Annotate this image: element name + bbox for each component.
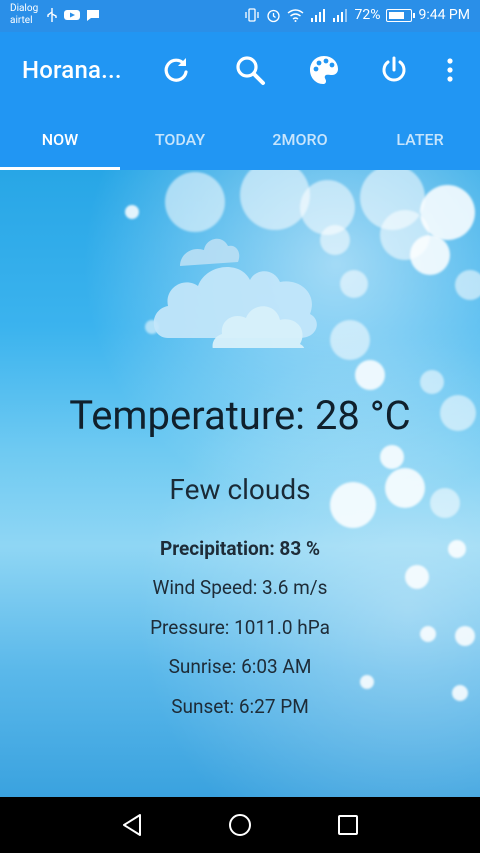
youtube-icon <box>64 10 80 20</box>
refresh-button[interactable] <box>158 52 194 88</box>
overflow-menu-button[interactable] <box>432 52 468 88</box>
tab-later[interactable]: LATER <box>360 108 480 170</box>
power-button[interactable] <box>376 52 412 88</box>
refresh-icon <box>164 58 188 82</box>
power-icon <box>382 56 406 82</box>
battery-icon <box>386 8 416 22</box>
carrier-info: Dialog airtel <box>10 3 38 27</box>
vibrate-icon <box>245 8 260 22</box>
temperature-reading: Temperature: 28 °C <box>69 392 411 439</box>
tab-tomorrow[interactable]: 2MORO <box>240 108 360 170</box>
signal-icon <box>311 8 326 22</box>
recents-icon[interactable] <box>334 811 362 839</box>
forecast-tabs: NOW TODAY 2MORO LATER <box>0 108 480 170</box>
current-weather-panel: Temperature: 28 °C Few clouds Precipitat… <box>0 170 480 797</box>
battery-percent: 72% <box>354 7 381 23</box>
pressure-value: Pressure: 1011.0 hPa <box>150 616 330 639</box>
message-icon <box>87 9 99 21</box>
tab-now[interactable]: NOW <box>0 108 120 170</box>
usb-icon <box>47 8 57 22</box>
app-toolbar: Horana... <box>0 32 480 108</box>
carrier-primary: Dialog <box>10 3 39 14</box>
sunset-value: Sunset: 6:27 PM <box>171 695 309 718</box>
search-icon <box>236 56 265 85</box>
more-vert-icon <box>447 58 453 82</box>
status-bar: Dialog airtel 72% 9:44 PM <box>0 0 480 32</box>
theme-button[interactable] <box>306 52 342 88</box>
alarm-icon <box>267 9 281 22</box>
location-title: Horana... <box>22 56 122 84</box>
clock: 9:44 PM <box>418 7 470 23</box>
palette-icon <box>310 56 338 84</box>
status-indicators: 72% 9:44 PM <box>244 7 470 23</box>
notification-icons <box>46 8 100 22</box>
wifi-icon <box>288 8 304 22</box>
sunrise-value: Sunrise: 6:03 AM <box>168 655 312 678</box>
weather-description: Few clouds <box>169 473 311 506</box>
search-button[interactable] <box>232 52 268 88</box>
back-icon[interactable] <box>118 811 146 839</box>
precipitation-value: Precipitation: 83 % <box>159 537 320 560</box>
system-nav-bar <box>0 797 480 853</box>
tab-today[interactable]: TODAY <box>120 108 240 170</box>
home-icon[interactable] <box>226 811 254 839</box>
carrier-secondary: airtel <box>10 15 33 26</box>
few-clouds-icon <box>153 238 317 348</box>
signal-icon-2 <box>333 8 348 22</box>
wind-speed-value: Wind Speed: 3.6 m/s <box>152 576 328 599</box>
